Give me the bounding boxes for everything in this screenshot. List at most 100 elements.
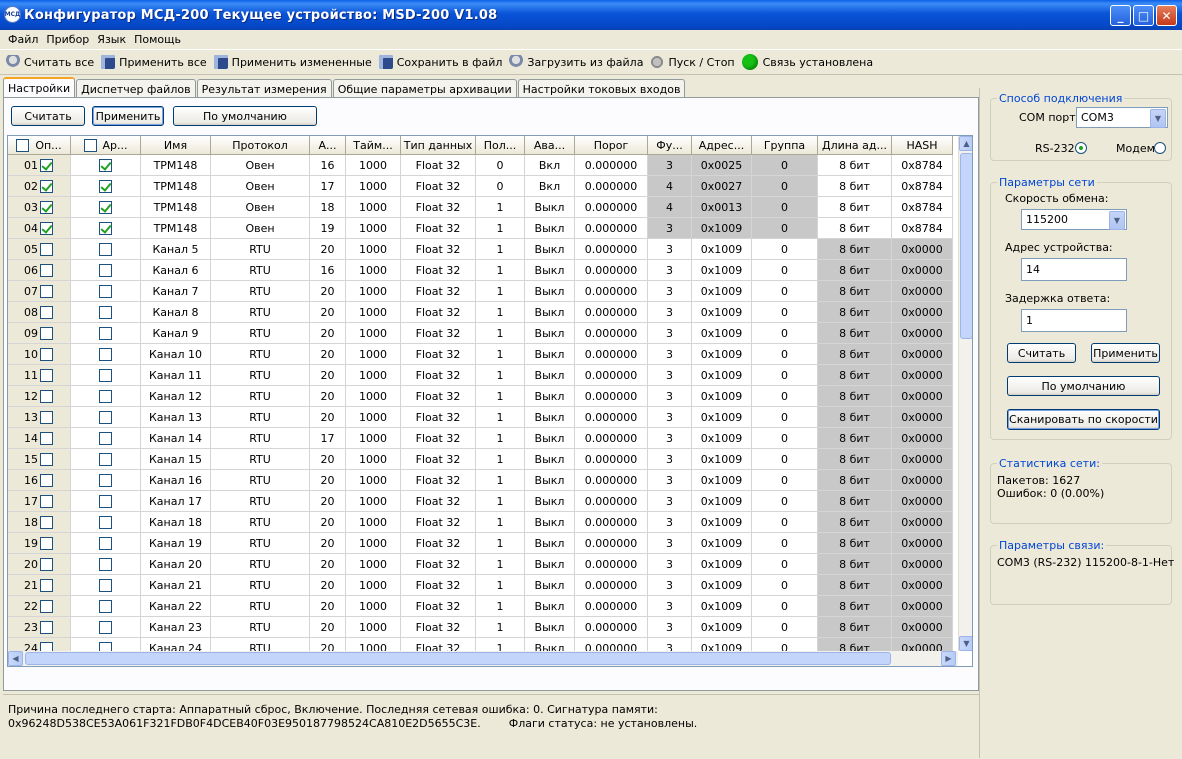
cell-group[interactable]: 0 — [752, 176, 818, 197]
cell-hash[interactable]: 0x0000 — [892, 533, 953, 554]
cell-alarm[interactable]: Выкл — [525, 386, 575, 407]
cell-name[interactable]: Канал 6 — [141, 260, 211, 281]
archive-cell[interactable] — [71, 344, 141, 365]
archive-cell[interactable] — [71, 218, 141, 239]
table-row[interactable]: 23 Канал 23 RTU 20 1000 Float 32 1 Выкл 0.000000… — [8, 617, 958, 638]
cell-proto[interactable]: RTU — [211, 533, 310, 554]
archive-checkbox[interactable] — [99, 179, 112, 193]
cell-name[interactable]: ТРМ148 — [141, 197, 211, 218]
cell-proto[interactable]: RTU — [211, 365, 310, 386]
row-number-cell[interactable]: 18 — [8, 512, 71, 533]
cell-alarm[interactable]: Выкл — [525, 554, 575, 575]
table-row[interactable]: 01 ТРМ148 Овен 16 1000 Float 32 0 Вкл 0.000000 3 0… — [8, 155, 958, 176]
archive-cell[interactable] — [71, 428, 141, 449]
cell-name[interactable]: Канал 10 — [141, 344, 211, 365]
cell-pol[interactable]: 1 — [476, 365, 525, 386]
cell-dtype[interactable]: Float 32 — [401, 239, 476, 260]
cell-pol[interactable]: 1 — [476, 533, 525, 554]
cell-raddr[interactable]: 0x1009 — [692, 596, 752, 617]
cell-proto[interactable]: RTU — [211, 260, 310, 281]
cell-name[interactable]: Канал 22 — [141, 596, 211, 617]
archive-checkbox[interactable] — [99, 221, 112, 235]
row-number-cell[interactable]: 03 — [8, 197, 71, 218]
cell-len[interactable]: 8 бит — [818, 323, 892, 344]
cell-name[interactable]: ТРМ148 — [141, 155, 211, 176]
cell-raddr[interactable]: 0x1009 — [692, 449, 752, 470]
header-checkbox[interactable] — [16, 138, 30, 152]
tab-current-inputs[interactable]: Настройки токовых входов — [517, 79, 686, 98]
table-row[interactable]: 17 Канал 17 RTU 20 1000 Float 32 1 Выкл 0.000000… — [8, 491, 958, 512]
cell-proto[interactable]: RTU — [211, 575, 310, 596]
cell-alarm[interactable]: Выкл — [525, 218, 575, 239]
cell-pol[interactable]: 1 — [476, 470, 525, 491]
vertical-scrollbar[interactable]: ▲ ▼ — [958, 136, 972, 651]
enabled-checkbox[interactable] — [40, 390, 53, 403]
horizontal-scrollbar[interactable]: ◀ ▶ — [8, 651, 958, 666]
cell-func[interactable]: 3 — [648, 260, 692, 281]
cell-func[interactable]: 3 — [648, 533, 692, 554]
cell-addr[interactable]: 16 — [310, 155, 346, 176]
table-row[interactable]: 10 Канал 10 RTU 20 1000 Float 32 1 Выкл 0.000000… — [8, 344, 958, 365]
cell-dtype[interactable]: Float 32 — [401, 617, 476, 638]
cell-group[interactable]: 0 — [752, 596, 818, 617]
cell-len[interactable]: 8 бит — [818, 239, 892, 260]
enabled-checkbox[interactable] — [40, 159, 53, 172]
cell-len[interactable]: 8 бит — [818, 575, 892, 596]
cell-raddr[interactable]: 0x1009 — [692, 344, 752, 365]
cell-thr[interactable]: 0.000000 — [575, 260, 648, 281]
cell-thr[interactable]: 0.000000 — [575, 218, 648, 239]
cell-raddr[interactable]: 0x1009 — [692, 533, 752, 554]
cell-hash[interactable]: 0x0000 — [892, 554, 953, 575]
cell-hash[interactable]: 0x0000 — [892, 428, 953, 449]
cell-pol[interactable]: 1 — [476, 449, 525, 470]
cell-group[interactable]: 0 — [752, 260, 818, 281]
row-number-cell[interactable]: 21 — [8, 575, 71, 596]
cell-timeout[interactable]: 1000 — [346, 617, 401, 638]
load-file-button[interactable]: Загрузить из файла — [509, 55, 643, 69]
response-delay-input[interactable]: 1 — [1021, 309, 1127, 332]
cell-alarm[interactable]: Выкл — [525, 344, 575, 365]
column-header[interactable]: Пол... — [476, 136, 525, 155]
cell-hash[interactable]: 0x8784 — [892, 155, 953, 176]
cell-proto[interactable]: RTU — [211, 344, 310, 365]
archive-checkbox[interactable] — [99, 305, 112, 319]
cell-timeout[interactable]: 1000 — [346, 512, 401, 533]
cell-timeout[interactable]: 1000 — [346, 176, 401, 197]
cell-pol[interactable]: 1 — [476, 239, 525, 260]
cell-hash[interactable]: 0x0000 — [892, 323, 953, 344]
archive-cell[interactable] — [71, 260, 141, 281]
cell-timeout[interactable]: 1000 — [346, 218, 401, 239]
apply-changed-button[interactable]: Применить измененные — [213, 55, 372, 69]
archive-cell[interactable] — [71, 470, 141, 491]
row-number-cell[interactable]: 14 — [8, 428, 71, 449]
row-number-cell[interactable]: 16 — [8, 470, 71, 491]
cell-alarm[interactable]: Выкл — [525, 197, 575, 218]
cell-addr[interactable]: 20 — [310, 407, 346, 428]
enabled-checkbox[interactable] — [40, 306, 53, 319]
cell-len[interactable]: 8 бит — [818, 407, 892, 428]
cell-group[interactable]: 0 — [752, 386, 818, 407]
column-header[interactable]: Ава... — [525, 136, 575, 155]
cell-proto[interactable]: Овен — [211, 155, 310, 176]
cell-func[interactable]: 3 — [648, 281, 692, 302]
enabled-checkbox[interactable] — [40, 201, 53, 214]
column-header[interactable]: Адрес... — [692, 136, 752, 155]
archive-cell[interactable] — [71, 197, 141, 218]
enabled-checkbox[interactable] — [40, 285, 53, 298]
cell-hash[interactable]: 0x8784 — [892, 218, 953, 239]
cell-dtype[interactable]: Float 32 — [401, 155, 476, 176]
cell-thr[interactable]: 0.000000 — [575, 155, 648, 176]
cell-addr[interactable]: 20 — [310, 512, 346, 533]
cell-dtype[interactable]: Float 32 — [401, 575, 476, 596]
cell-len[interactable]: 8 бит — [818, 449, 892, 470]
cell-addr[interactable]: 16 — [310, 260, 346, 281]
row-number-cell[interactable]: 11 — [8, 365, 71, 386]
hscroll-thumb[interactable] — [25, 652, 891, 665]
archive-cell[interactable] — [71, 617, 141, 638]
cell-thr[interactable]: 0.000000 — [575, 617, 648, 638]
cell-name[interactable]: Канал 15 — [141, 449, 211, 470]
row-number-cell[interactable]: 09 — [8, 323, 71, 344]
cell-timeout[interactable]: 1000 — [346, 386, 401, 407]
cell-name[interactable]: Канал 5 — [141, 239, 211, 260]
cell-thr[interactable]: 0.000000 — [575, 365, 648, 386]
